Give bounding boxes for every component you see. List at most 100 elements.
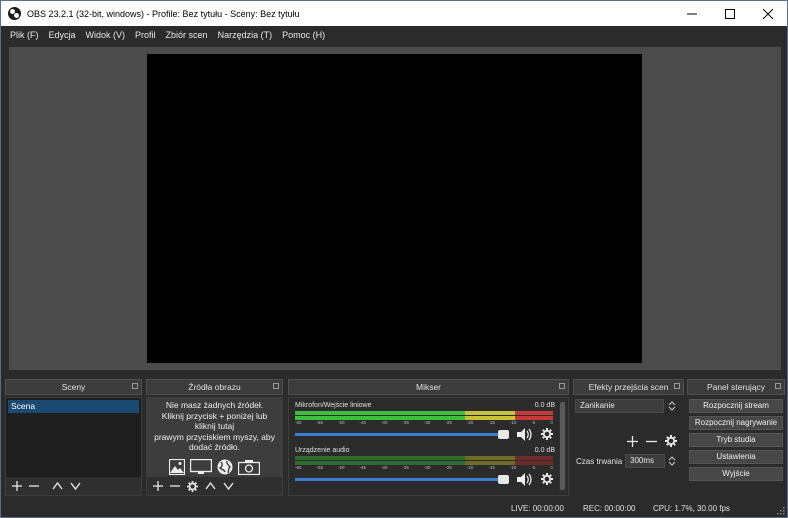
source-type-icons bbox=[147, 458, 282, 475]
close-button[interactable] bbox=[749, 1, 787, 26]
scale-tick: -20 bbox=[466, 465, 474, 470]
move-source-up-button[interactable] bbox=[205, 481, 216, 491]
source-properties-button[interactable] bbox=[187, 480, 198, 492]
studio-mode-button[interactable]: Tryb studia bbox=[689, 433, 783, 447]
transitions-dock: Efekty przejścia scen Zanikanie Czas trw… bbox=[573, 379, 684, 496]
speaker-icon bbox=[517, 473, 532, 486]
float-icon[interactable] bbox=[674, 383, 680, 389]
mixer-scrollbar-thumb[interactable] bbox=[560, 402, 565, 490]
scale-tick: -20 bbox=[466, 420, 474, 425]
obs-logo-icon bbox=[8, 7, 21, 20]
scale-tick: -15 bbox=[488, 465, 495, 470]
mute-button[interactable] bbox=[517, 428, 533, 443]
scale-tick: -5 bbox=[531, 420, 536, 425]
close-icon bbox=[763, 8, 773, 19]
plus-icon bbox=[153, 481, 163, 491]
mixer-scrollbar[interactable] bbox=[559, 400, 566, 493]
channel-settings-button[interactable] bbox=[541, 428, 553, 442]
hint-line: prawym przyciskiem myszy, aby bbox=[154, 431, 275, 442]
remove-source-button[interactable] bbox=[170, 481, 180, 491]
gear-icon bbox=[665, 435, 677, 447]
duration-input[interactable]: 300ms bbox=[625, 454, 665, 468]
cpu-status: CPU: 1.7%, 30.00 fps bbox=[653, 504, 730, 513]
menu-profile[interactable]: Profil bbox=[130, 30, 161, 40]
minus-icon bbox=[646, 440, 657, 442]
move-scene-down-button[interactable] bbox=[70, 481, 81, 491]
speaker-icon bbox=[517, 428, 532, 441]
add-scene-button[interactable] bbox=[12, 481, 22, 491]
move-scene-up-button[interactable] bbox=[52, 481, 63, 491]
meter-red bbox=[515, 456, 553, 460]
sources-dock-title: Źródła obrazu bbox=[188, 382, 241, 392]
scale-tick: -10 bbox=[509, 465, 517, 470]
menu-bar: Plik (F) Edycja Widok (V) Profil Zbiór s… bbox=[1, 26, 787, 43]
transition-select-spinner[interactable] bbox=[667, 399, 677, 413]
live-status: LIVE: 00:00:00 bbox=[511, 504, 564, 513]
chevron-up-icon bbox=[52, 481, 63, 490]
camera-icon bbox=[238, 459, 260, 475]
menu-help[interactable]: Pomoc (H) bbox=[277, 30, 330, 40]
scale-tick: -45 bbox=[359, 420, 366, 425]
meter-yellow bbox=[465, 411, 515, 415]
mixer-dock-title: Mikser bbox=[415, 382, 442, 392]
scenes-toolbar bbox=[6, 477, 141, 495]
image-icon bbox=[169, 458, 185, 475]
scale-tick: -60 bbox=[295, 465, 302, 470]
mixer-dock: Mikser Mikrofon/Wejście liniowe 0.0 dB -… bbox=[288, 379, 569, 496]
scale-tick: -5 bbox=[531, 465, 536, 470]
transition-properties-button[interactable] bbox=[665, 435, 677, 449]
scale-tick: -55 bbox=[316, 420, 323, 425]
scene-item[interactable]: Scena bbox=[8, 400, 139, 413]
sources-empty-hint[interactable]: Nie masz żadnych źródeł. Kliknij przycis… bbox=[147, 398, 282, 477]
volume-slider-track[interactable] bbox=[295, 478, 503, 481]
minimize-icon bbox=[687, 13, 697, 14]
menu-view[interactable]: Widok (V) bbox=[81, 30, 131, 40]
controls-body: Rozpocznij stream Rozpocznij nagrywanie … bbox=[687, 397, 785, 496]
scale-tick: -30 bbox=[423, 420, 431, 425]
scenes-dock-title: Sceny bbox=[61, 382, 86, 392]
mixer-dock-header: Mikser bbox=[288, 379, 569, 395]
menu-tools[interactable]: Narzędzia (T) bbox=[213, 30, 278, 40]
mute-button[interactable] bbox=[517, 473, 533, 488]
hint-line: dodać źródło. bbox=[188, 442, 241, 452]
transition-select[interactable]: Zanikanie bbox=[575, 399, 664, 413]
hint-line: Nie masz żadnych źródeł. bbox=[165, 400, 264, 410]
transitions-dock-title: Efekty przejścia scen bbox=[588, 382, 669, 392]
minimize-button[interactable] bbox=[673, 1, 711, 26]
menu-edit[interactable]: Edycja bbox=[44, 30, 81, 40]
sources-list[interactable]: Nie masz żadnych źródeł. Kliknij przycis… bbox=[146, 397, 283, 496]
preview-canvas[interactable] bbox=[147, 54, 642, 363]
duration-spinner[interactable] bbox=[667, 454, 677, 468]
sources-dock-header: Źródła obrazu bbox=[146, 379, 283, 395]
volume-slider-track[interactable] bbox=[295, 433, 503, 436]
hint-line: Kliknij przycisk + poniżej lub bbox=[161, 410, 268, 421]
float-icon[interactable] bbox=[559, 383, 565, 389]
meter-scale: -60 -55 -50 -45 -40 -35 -30 -25 -20 -15 … bbox=[295, 420, 553, 427]
add-source-button[interactable] bbox=[153, 481, 163, 491]
meter-green bbox=[295, 411, 465, 415]
controls-dock-title: Panel sterujący bbox=[706, 382, 766, 392]
remove-transition-button[interactable] bbox=[646, 436, 657, 449]
scale-tick: -30 bbox=[423, 465, 431, 470]
maximize-button[interactable] bbox=[711, 1, 749, 26]
volume-slider-handle[interactable] bbox=[498, 475, 509, 484]
exit-button[interactable]: Wyjście bbox=[689, 467, 783, 481]
settings-button[interactable]: Ustawienia bbox=[689, 450, 783, 464]
float-icon[interactable] bbox=[775, 383, 781, 389]
start-stream-button[interactable]: Rozpocznij stream bbox=[689, 399, 783, 413]
move-source-down-button[interactable] bbox=[223, 481, 234, 491]
level-meter bbox=[295, 411, 553, 415]
start-recording-button[interactable]: Rozpocznij nagrywanie bbox=[689, 416, 783, 430]
float-icon[interactable] bbox=[273, 383, 279, 389]
scale-tick: -50 bbox=[337, 465, 345, 470]
menu-scene-collection[interactable]: Zbiór scen bbox=[161, 30, 213, 40]
channel-settings-button[interactable] bbox=[541, 473, 553, 487]
plus-icon bbox=[627, 435, 638, 447]
resize-grip-icon[interactable] bbox=[777, 507, 785, 515]
float-icon[interactable] bbox=[132, 383, 138, 389]
meter-red bbox=[515, 411, 553, 415]
menu-file[interactable]: Plik (F) bbox=[5, 30, 44, 40]
remove-scene-button[interactable] bbox=[29, 481, 39, 491]
volume-slider-handle[interactable] bbox=[498, 430, 509, 439]
add-transition-button[interactable] bbox=[627, 435, 638, 449]
